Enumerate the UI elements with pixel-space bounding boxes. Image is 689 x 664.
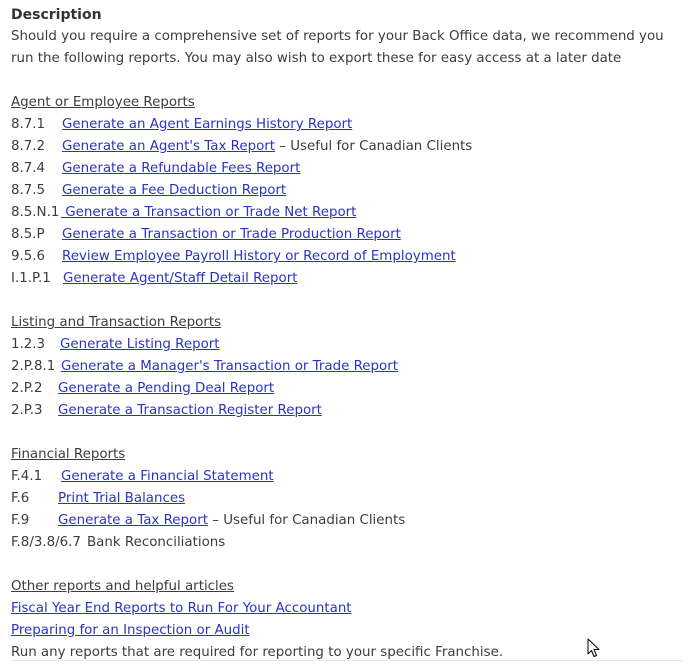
report-row: F.9 Generate a Tax Report – Useful for Ca… (11, 510, 683, 532)
report-row: 8.5.P Generate a Transaction or Trade Pro… (11, 224, 683, 246)
report-row: 2.P.2 Generate a Pending Deal Report (11, 378, 683, 400)
report-link[interactable]: Generate a Fee Deduction Report (62, 183, 286, 198)
report-link[interactable]: Generate Agent/Staff Detail Report (63, 271, 297, 286)
report-code: 8.7.4 (11, 161, 46, 176)
report-code: 8.5.N.1 (11, 205, 60, 220)
report-link[interactable]: Generate an Agent's Tax Report (62, 139, 275, 154)
report-row: 8.7.1 Generate an Agent Earnings History … (11, 114, 683, 136)
report-link[interactable]: Generate an Agent Earnings History Repor… (62, 117, 352, 132)
report-code: 8.7.1 (11, 117, 46, 132)
other-reports-title: Other reports and helpful articles (11, 579, 234, 594)
report-link[interactable]: Review Employee Payroll History or Recor… (62, 249, 456, 264)
report-row: F.4.1 Generate a Financial Statement (11, 466, 683, 488)
report-code: 8.5.P (11, 227, 45, 242)
report-code: F.8/3.8/6.7 (11, 535, 81, 550)
report-code: F.6 (11, 491, 30, 506)
report-link[interactable]: Generate a Transaction or Trade Producti… (62, 227, 401, 242)
report-link[interactable]: Generate Listing Report (60, 337, 220, 352)
report-link[interactable]: Generate a Tax Report (58, 513, 208, 528)
report-code: F.4.1 (11, 469, 43, 484)
agent-reports-section: Agent or Employee Reports 8.7.1 Generate … (11, 92, 683, 290)
article-link[interactable]: Preparing for an Inspection or Audit (11, 623, 250, 638)
report-code: 8.7.5 (11, 183, 46, 198)
report-note: – Useful for Canadian Clients (208, 513, 406, 528)
financial-reports-section: Financial Reports F.4.1 Generate a Financ… (11, 444, 683, 554)
report-row: 8.7.2 Generate an Agent's Tax Report – Us… (11, 136, 683, 158)
report-row: 9.5.6 Review Employee Payroll History or … (11, 246, 683, 268)
report-row: 2.P.8.1 Generate a Manager's Transaction … (11, 356, 683, 378)
report-row: 2.P.3 Generate a Transaction Register Rep… (11, 400, 683, 422)
agent-reports-title: Agent or Employee Reports (11, 95, 195, 110)
report-row: I.1.P.1 Generate Agent/Staff Detail Repor… (11, 268, 683, 290)
divider (11, 660, 683, 661)
report-row-plain: F.8/3.8/6.7 Bank Reconciliations (11, 532, 683, 554)
report-link[interactable]: Generate a Refundable Fees Report (62, 161, 300, 176)
article-row: Preparing for an Inspection or Audit (11, 620, 683, 642)
report-code: F.9 (11, 513, 30, 528)
report-code: 8.7.2 (11, 139, 46, 154)
other-reports-section: Other reports and helpful articles Fisca… (11, 576, 683, 664)
report-link[interactable]: Print Trial Balances (58, 491, 185, 506)
report-row: 8.5.N.1 Generate a Transaction or Trade … (11, 202, 683, 224)
report-code: 2.P.2 (11, 381, 43, 396)
report-code: 2.P.3 (11, 403, 43, 418)
report-code: 2.P.8.1 (11, 359, 56, 374)
report-note: – Useful for Canadian Clients (275, 139, 473, 154)
intro-paragraph: Should you require a comprehensive set o… (11, 29, 664, 66)
report-link[interactable]: Generate a Transaction Register Report (58, 403, 322, 418)
listing-reports-title: Listing and Transaction Reports (11, 315, 222, 330)
report-code: 9.5.6 (11, 249, 46, 264)
mouse-pointer-icon (587, 638, 600, 657)
report-row: 1.2.3 Generate Listing Report (11, 334, 683, 356)
financial-reports-title: Financial Reports (11, 447, 126, 462)
report-link[interactable]: Generate a Financial Statement (61, 469, 274, 484)
listing-reports-section: Listing and Transaction Reports 1.2.3 Gen… (11, 312, 683, 422)
report-code: I.1.P.1 (11, 271, 51, 286)
report-row: 8.7.5 Generate a Fee Deduction Report (11, 180, 683, 202)
report-row: F.6 Print Trial Balances (11, 488, 683, 510)
description-heading: Description (11, 7, 102, 23)
report-text: Bank Reconciliations (87, 535, 226, 550)
report-link[interactable]: Generate a Pending Deal Report (58, 381, 274, 396)
report-link[interactable]: Generate a Manager's Transaction or Trad… (61, 359, 398, 374)
report-code: 1.2.3 (11, 337, 46, 352)
report-row: 8.7.4 Generate a Refundable Fees Report (11, 158, 683, 180)
article-row: Fiscal Year End Reports to Run For Your … (11, 598, 683, 620)
description-panel: Description Should you require a compreh… (11, 4, 683, 664)
report-link[interactable]: Generate a Transaction or Trade Net Repo… (61, 205, 356, 220)
article-link[interactable]: Fiscal Year End Reports to Run For Your … (11, 601, 352, 616)
